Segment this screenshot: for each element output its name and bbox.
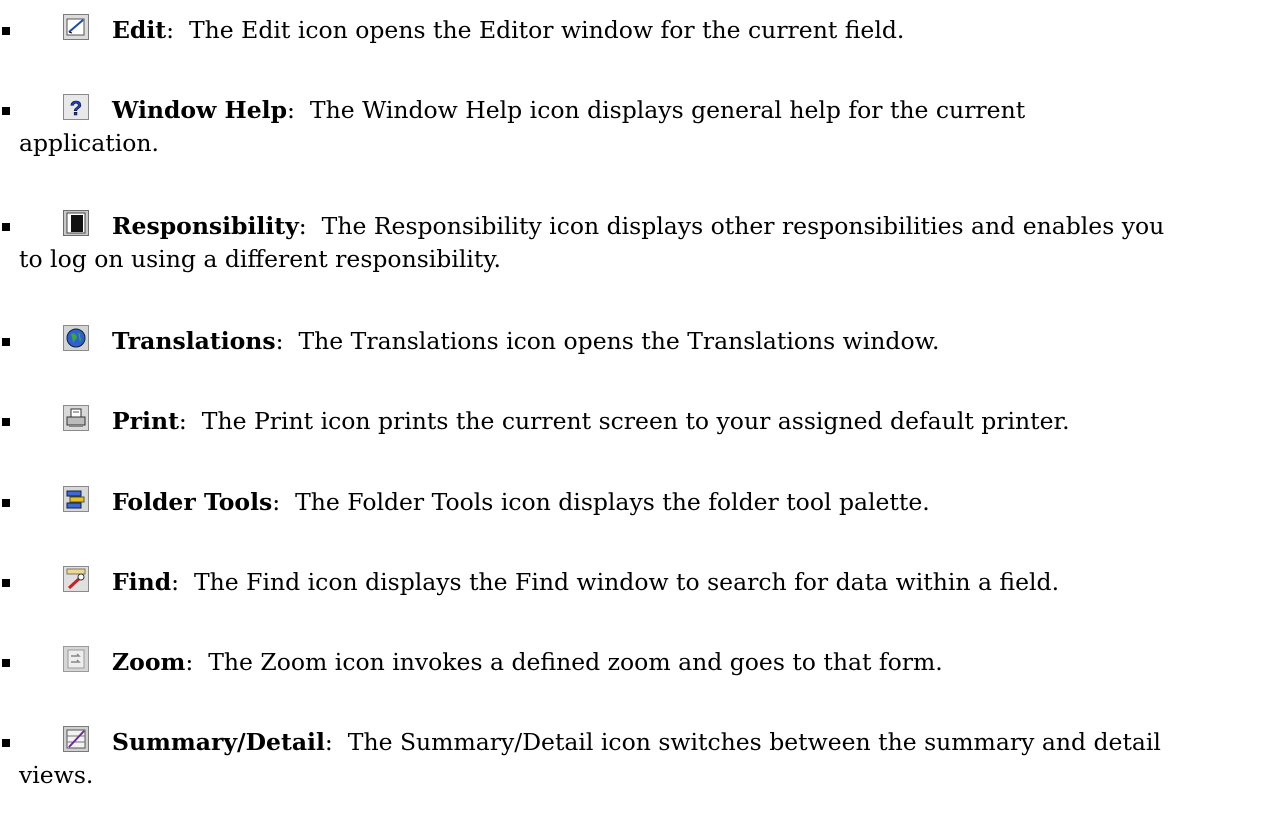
item-term: Folder Tools: [112, 488, 273, 516]
item-description: The Edit icon opens the Editor window fo…: [189, 16, 905, 44]
item-text: Zoom: The Zoom icon invokes a defined zo…: [112, 648, 943, 676]
find-icon: [63, 566, 89, 592]
item-term: Edit: [112, 16, 167, 44]
folder-tools-icon: [63, 486, 89, 512]
bullet-marker: [2, 223, 10, 231]
item-term: Print: [112, 407, 179, 435]
item-description: The Print icon prints the current screen…: [201, 407, 1070, 435]
bullet-marker: [2, 579, 10, 587]
item-term: Find: [112, 568, 172, 596]
summary-detail-icon: [63, 726, 89, 752]
item-description: The Summary/Detail icon switches between…: [347, 728, 1161, 756]
item-text: Translations: The Translations icon open…: [112, 327, 940, 355]
edit-icon: [63, 14, 89, 40]
item-description-continuation: to log on using a different responsibili…: [19, 245, 501, 273]
bullet-marker: [2, 107, 10, 115]
window-help-icon: ?: [63, 94, 89, 120]
item-description: The Find icon displays the Find window t…: [194, 568, 1060, 596]
item-text: Print: The Print icon prints the current…: [112, 407, 1070, 435]
item-text: Folder Tools: The Folder Tools icon disp…: [112, 488, 930, 516]
item-text: Edit: The Edit icon opens the Editor win…: [112, 16, 905, 44]
print-icon: [63, 405, 89, 431]
bullet-marker: [2, 499, 10, 507]
item-description: The Zoom icon invokes a defined zoom and…: [208, 648, 943, 676]
item-description: The Folder Tools icon displays the folde…: [295, 488, 930, 516]
bullet-marker: [2, 338, 10, 346]
svg-text:?: ?: [70, 98, 82, 119]
item-term: Summary/Detail: [112, 728, 325, 756]
item-text: Find: The Find icon displays the Find wi…: [112, 568, 1060, 596]
bullet-marker: [2, 27, 10, 35]
bullet-marker: [2, 739, 10, 747]
item-description-continuation: views.: [19, 761, 94, 789]
item-description: The Responsibility icon displays other r…: [321, 212, 1165, 240]
bullet-marker: [2, 418, 10, 426]
item-description-continuation: application.: [19, 129, 160, 157]
translations-icon: [63, 325, 89, 351]
zoom-icon: [63, 646, 89, 672]
bullet-marker: [2, 659, 10, 667]
item-term: Zoom: [112, 648, 186, 676]
item-term: Window Help: [112, 96, 288, 124]
item-term: Translations: [112, 327, 276, 355]
item-text: Summary/Detail: The Summary/Detail icon …: [19, 726, 1262, 792]
item-text: Window Help: The Window Help icon displa…: [19, 94, 1262, 160]
item-description: The Window Help icon displays general he…: [309, 96, 1026, 124]
item-text: Responsibility: The Responsibility icon …: [19, 210, 1262, 276]
responsibility-icon: [63, 210, 89, 236]
item-description: The Translations icon opens the Translat…: [298, 327, 940, 355]
item-term: Responsibility: [112, 212, 299, 240]
